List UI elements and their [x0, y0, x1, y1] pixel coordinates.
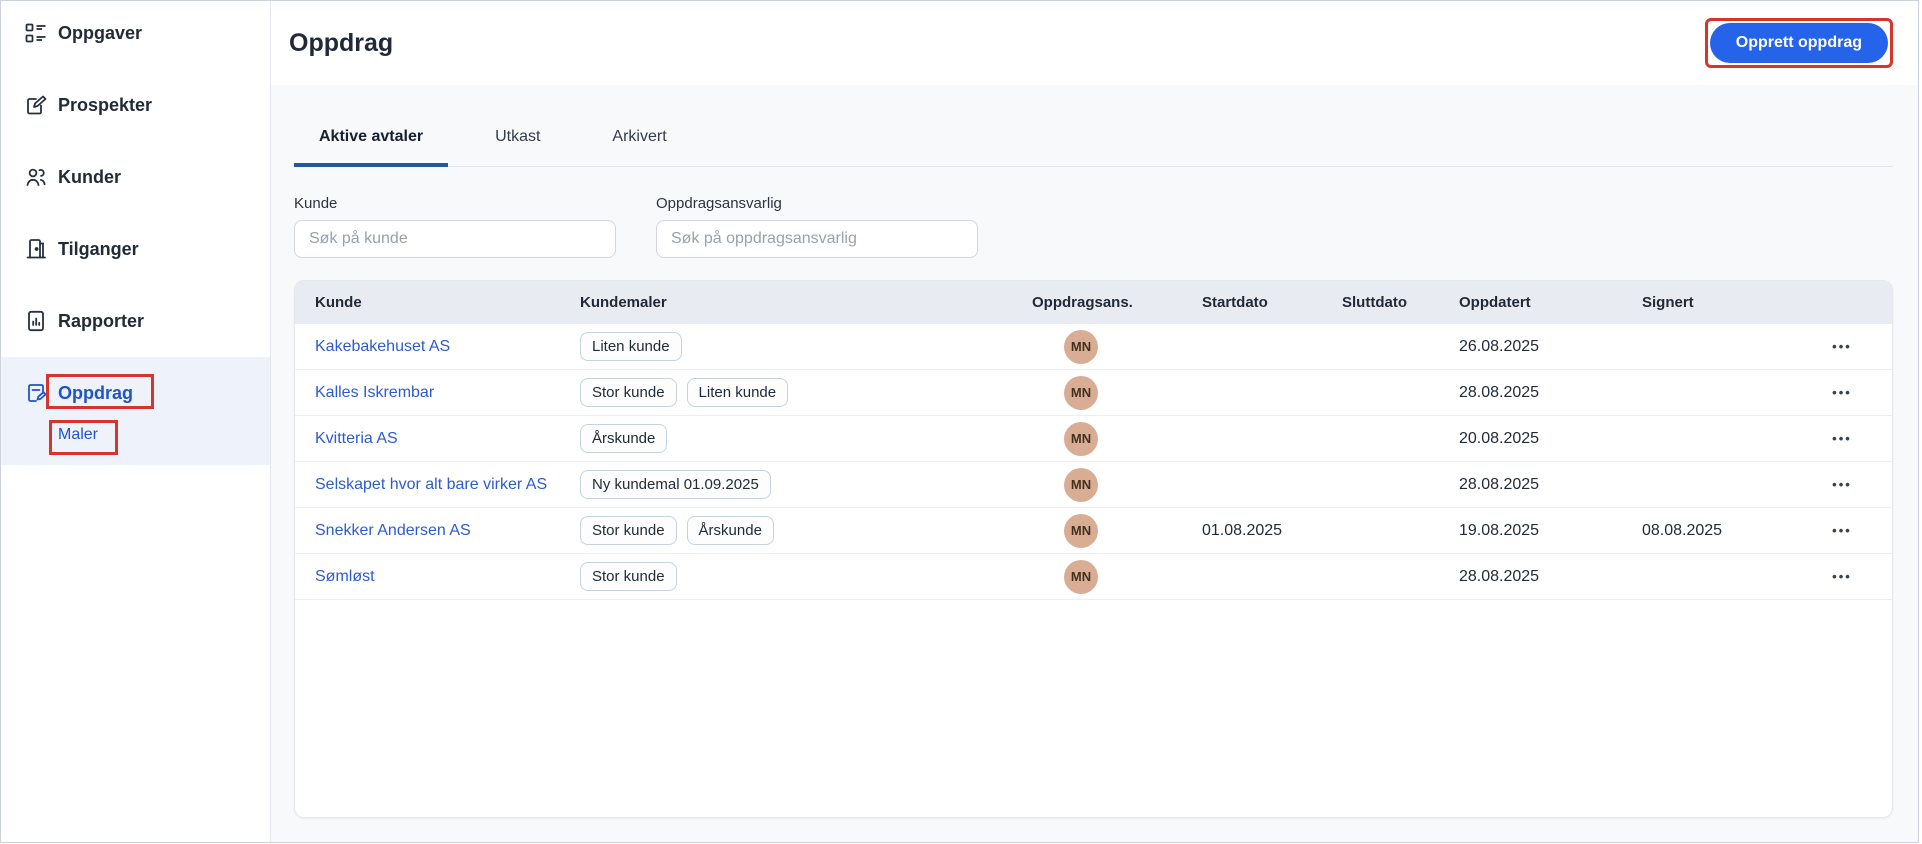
kunde-search-input[interactable] [294, 220, 616, 258]
oppdatert-cell: 20.08.2025 [1459, 429, 1540, 447]
sidebar-item-oppdrag[interactable]: Oppdrag [1, 371, 270, 415]
filter-oppdragsansvarlig: Oppdragsansvarlig [656, 195, 978, 258]
kundemal-badge: Stor kunde [580, 516, 677, 545]
signert-cell: 08.08.2025 [1642, 521, 1723, 539]
table-row: Kakebakehuset AS Liten kunde MN 26.08.20… [295, 324, 1892, 370]
avatar[interactable]: MN [1064, 329, 1098, 364]
sidebar-item-prospekter[interactable]: Prospekter [1, 83, 270, 127]
oppdatert-cell: 19.08.2025 [1459, 521, 1540, 539]
column-header-oppdragsans: Oppdragsans. [1032, 294, 1133, 311]
customer-link[interactable]: Snekker Andersen AS [315, 522, 471, 539]
sidebar-item-kunder[interactable]: Kunder [1, 155, 270, 199]
kundemal-badges: Årskunde [580, 424, 1032, 453]
sidebar-item-label: Oppdrag [58, 382, 133, 403]
table-row: Snekker Andersen AS Stor kunde Årskunde M… [295, 508, 1892, 554]
annotation-box-create-button: Opprett oppdrag [1704, 18, 1893, 68]
kundemal-badges: Liten kunde [580, 332, 1032, 361]
table-row: Kalles Iskrembar Stor kunde Liten kunde M… [295, 370, 1892, 416]
kundemal-badges: Stor kunde Årskunde [580, 516, 1032, 545]
assignment-edit-icon [24, 381, 48, 405]
kundemal-badges: Stor kunde Liten kunde [580, 378, 1032, 407]
column-header-kunde: Kunde [315, 294, 362, 311]
oppdatert-cell: 26.08.2025 [1459, 337, 1540, 355]
avatar[interactable]: MN [1064, 467, 1098, 502]
sidebar: Oppgaver Prospekter Kunder Tilganger Rap… [1, 1, 271, 842]
sidebar-item-label: Rapporter [58, 310, 145, 331]
tasks-icon [24, 21, 48, 45]
kundemal-badge: Ny kundemal 01.09.2025 [580, 470, 771, 499]
customer-link[interactable]: Kalles Iskrembar [315, 384, 434, 401]
customer-link[interactable]: Selskapet hvor alt bare virker AS [315, 476, 547, 493]
table-row: Kvitteria AS Årskunde MN 20.08.2025 ••• [295, 416, 1892, 462]
customer-link[interactable]: Kakebakehuset AS [315, 338, 450, 355]
oppdragsansvarlig-search-input[interactable] [656, 220, 978, 258]
sidebar-item-oppgaver[interactable]: Oppgaver [1, 11, 270, 55]
sidebar-active-section: Oppdrag Maler [1, 357, 270, 465]
kundemal-badge: Liten kunde [580, 332, 682, 361]
create-oppdrag-button[interactable]: Opprett oppdrag [1709, 23, 1888, 63]
sidebar-item-label: Prospekter [58, 94, 153, 115]
tab-arkivert[interactable]: Arkivert [587, 128, 691, 167]
sidebar-item-label: Tilganger [58, 238, 139, 259]
page-title: Oppdrag [289, 28, 394, 57]
customer-link[interactable]: Sømløst [315, 568, 375, 585]
kundemal-badge: Årskunde [686, 516, 774, 545]
row-menu-icon[interactable]: ••• [1828, 517, 1856, 544]
table-header-row: Kunde Kundemaler Oppdragsans. Startdato … [295, 281, 1892, 324]
avatar[interactable]: MN [1064, 421, 1098, 456]
sidebar-item-rapporter[interactable]: Rapporter [1, 299, 270, 343]
avatar[interactable]: MN [1064, 559, 1098, 594]
report-chart-icon [24, 309, 48, 333]
row-menu-icon[interactable]: ••• [1828, 563, 1856, 590]
table-row: Selskapet hvor alt bare virker AS Ny kun… [295, 462, 1892, 508]
filter-ansvarlig-label: Oppdragsansvarlig [656, 195, 782, 212]
sidebar-item-label: Kunder [58, 166, 121, 187]
kundemal-badge: Stor kunde [580, 378, 677, 407]
tab-aktive-avtaler[interactable]: Aktive avtaler [294, 128, 449, 167]
filter-bar: Kunde Oppdragsansvarlig [294, 195, 1893, 258]
content-area: Aktive avtaler Utkast Arkivert Kunde Opp… [271, 85, 1918, 842]
sidebar-item-tilganger[interactable]: Tilganger [1, 227, 270, 271]
tab-utkast[interactable]: Utkast [470, 128, 565, 167]
kundemal-badge: Liten kunde [686, 378, 789, 407]
sidebar-subitem-maler[interactable]: Maler [1, 415, 270, 455]
oppdatert-cell: 28.08.2025 [1459, 567, 1540, 585]
sidebar-subitem-label: Maler [58, 426, 99, 443]
kundemal-badges: Stor kunde [580, 562, 1032, 591]
users-icon [24, 165, 48, 189]
kundemal-badge: Årskunde [580, 424, 668, 453]
main-area: Oppdrag Opprett oppdrag Aktive avtaler U… [271, 1, 1918, 842]
kundemal-badge: Stor kunde [580, 562, 677, 591]
door-icon [24, 237, 48, 261]
app-window: Oppgaver Prospekter Kunder Tilganger Rap… [0, 0, 1919, 843]
sidebar-item-label: Oppgaver [58, 22, 143, 43]
page-header: Oppdrag Opprett oppdrag [271, 1, 1918, 85]
customer-link[interactable]: Kvitteria AS [315, 430, 398, 447]
row-menu-icon[interactable]: ••• [1828, 425, 1856, 452]
column-header-startdato: Startdato [1202, 294, 1268, 311]
oppdatert-cell: 28.08.2025 [1459, 475, 1540, 493]
row-menu-icon[interactable]: ••• [1828, 379, 1856, 406]
row-menu-icon[interactable]: ••• [1828, 471, 1856, 498]
row-menu-icon[interactable]: ••• [1828, 333, 1856, 360]
column-header-sluttdato: Sluttdato [1342, 294, 1407, 311]
column-header-oppdatert: Oppdatert [1459, 294, 1531, 311]
oppdatert-cell: 28.08.2025 [1459, 383, 1540, 401]
kundemal-badges: Ny kundemal 01.09.2025 [580, 470, 1032, 499]
avatar[interactable]: MN [1064, 375, 1098, 410]
filter-kunde: Kunde [294, 195, 616, 258]
table-body: Kakebakehuset AS Liten kunde MN 26.08.20… [295, 324, 1892, 600]
filter-kunde-label: Kunde [294, 195, 338, 212]
tab-bar: Aktive avtaler Utkast Arkivert [294, 85, 1893, 167]
table-row: Sømløst Stor kunde MN 28.08.2025 ••• [295, 554, 1892, 600]
edit-document-icon [24, 93, 48, 117]
startdato-cell: 01.08.2025 [1202, 521, 1283, 539]
column-header-signert: Signert [1642, 294, 1694, 311]
oppdrag-table-card: Kunde Kundemaler Oppdragsans. Startdato … [294, 280, 1893, 818]
avatar[interactable]: MN [1064, 513, 1098, 548]
column-header-kundemaler: Kundemaler [580, 294, 667, 311]
